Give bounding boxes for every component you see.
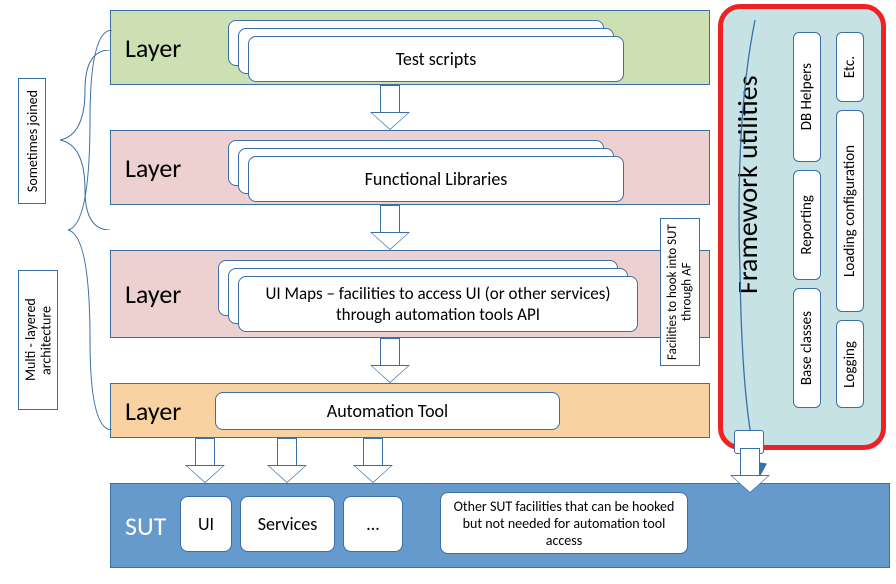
sut-label: SUT — [125, 510, 166, 542]
arrow-sut-3 — [353, 438, 393, 483]
sut-box-services: Services — [240, 496, 335, 552]
layer-2-label: Layer — [125, 152, 181, 184]
fw-util-baseclasses: Base classes — [793, 288, 821, 408]
layer-4-content-text: Automation Tool — [327, 400, 448, 422]
fw-util-logging: Logging — [836, 320, 864, 408]
arrow-sut-fw — [730, 448, 770, 493]
layer-3-content: UI Maps – facilities to access UI (or ot… — [238, 276, 638, 332]
layer-1-content-text: Test scripts — [396, 48, 477, 70]
layer-3-label: Layer — [125, 278, 181, 310]
fw-util-dbhelpers: DB Helpers — [793, 32, 821, 162]
sut-box-etc: … — [343, 496, 403, 552]
fw-util-reporting: Reporting — [793, 170, 821, 280]
arrow-3 — [370, 338, 410, 383]
annot-sometimes-joined: Sometimes joined — [18, 78, 46, 204]
layer-2-content: Functional Libraries — [248, 156, 624, 202]
sut-box-ui: UI — [180, 496, 232, 552]
fw-util-etc: Etc. — [836, 32, 864, 102]
annot-hook: Facilities to hook into SUT through AF — [660, 218, 700, 366]
annot-multi-layered: Multi - layered architecture — [18, 270, 58, 410]
arrow-sut-2 — [267, 438, 307, 483]
layer-1-label: Layer — [125, 32, 181, 64]
fw-util-loadingconfig: Loading configuration — [836, 110, 864, 312]
layer-4-content: Automation Tool — [215, 392, 560, 430]
layer-3-content-text: UI Maps – facilities to access UI (or ot… — [249, 283, 627, 325]
sut-note: Other SUT facilities that can be hooked … — [440, 492, 688, 554]
layer-2-content-text: Functional Libraries — [365, 168, 508, 190]
curved-arrow-fw-to-sut — [730, 20, 790, 490]
bracket-multi — [60, 30, 112, 430]
arrow-1 — [370, 85, 410, 130]
arrow-sut-1 — [185, 438, 225, 483]
arrow-2 — [370, 205, 410, 250]
layer-1-content: Test scripts — [248, 36, 624, 82]
layer-4-label: Layer — [125, 395, 181, 427]
